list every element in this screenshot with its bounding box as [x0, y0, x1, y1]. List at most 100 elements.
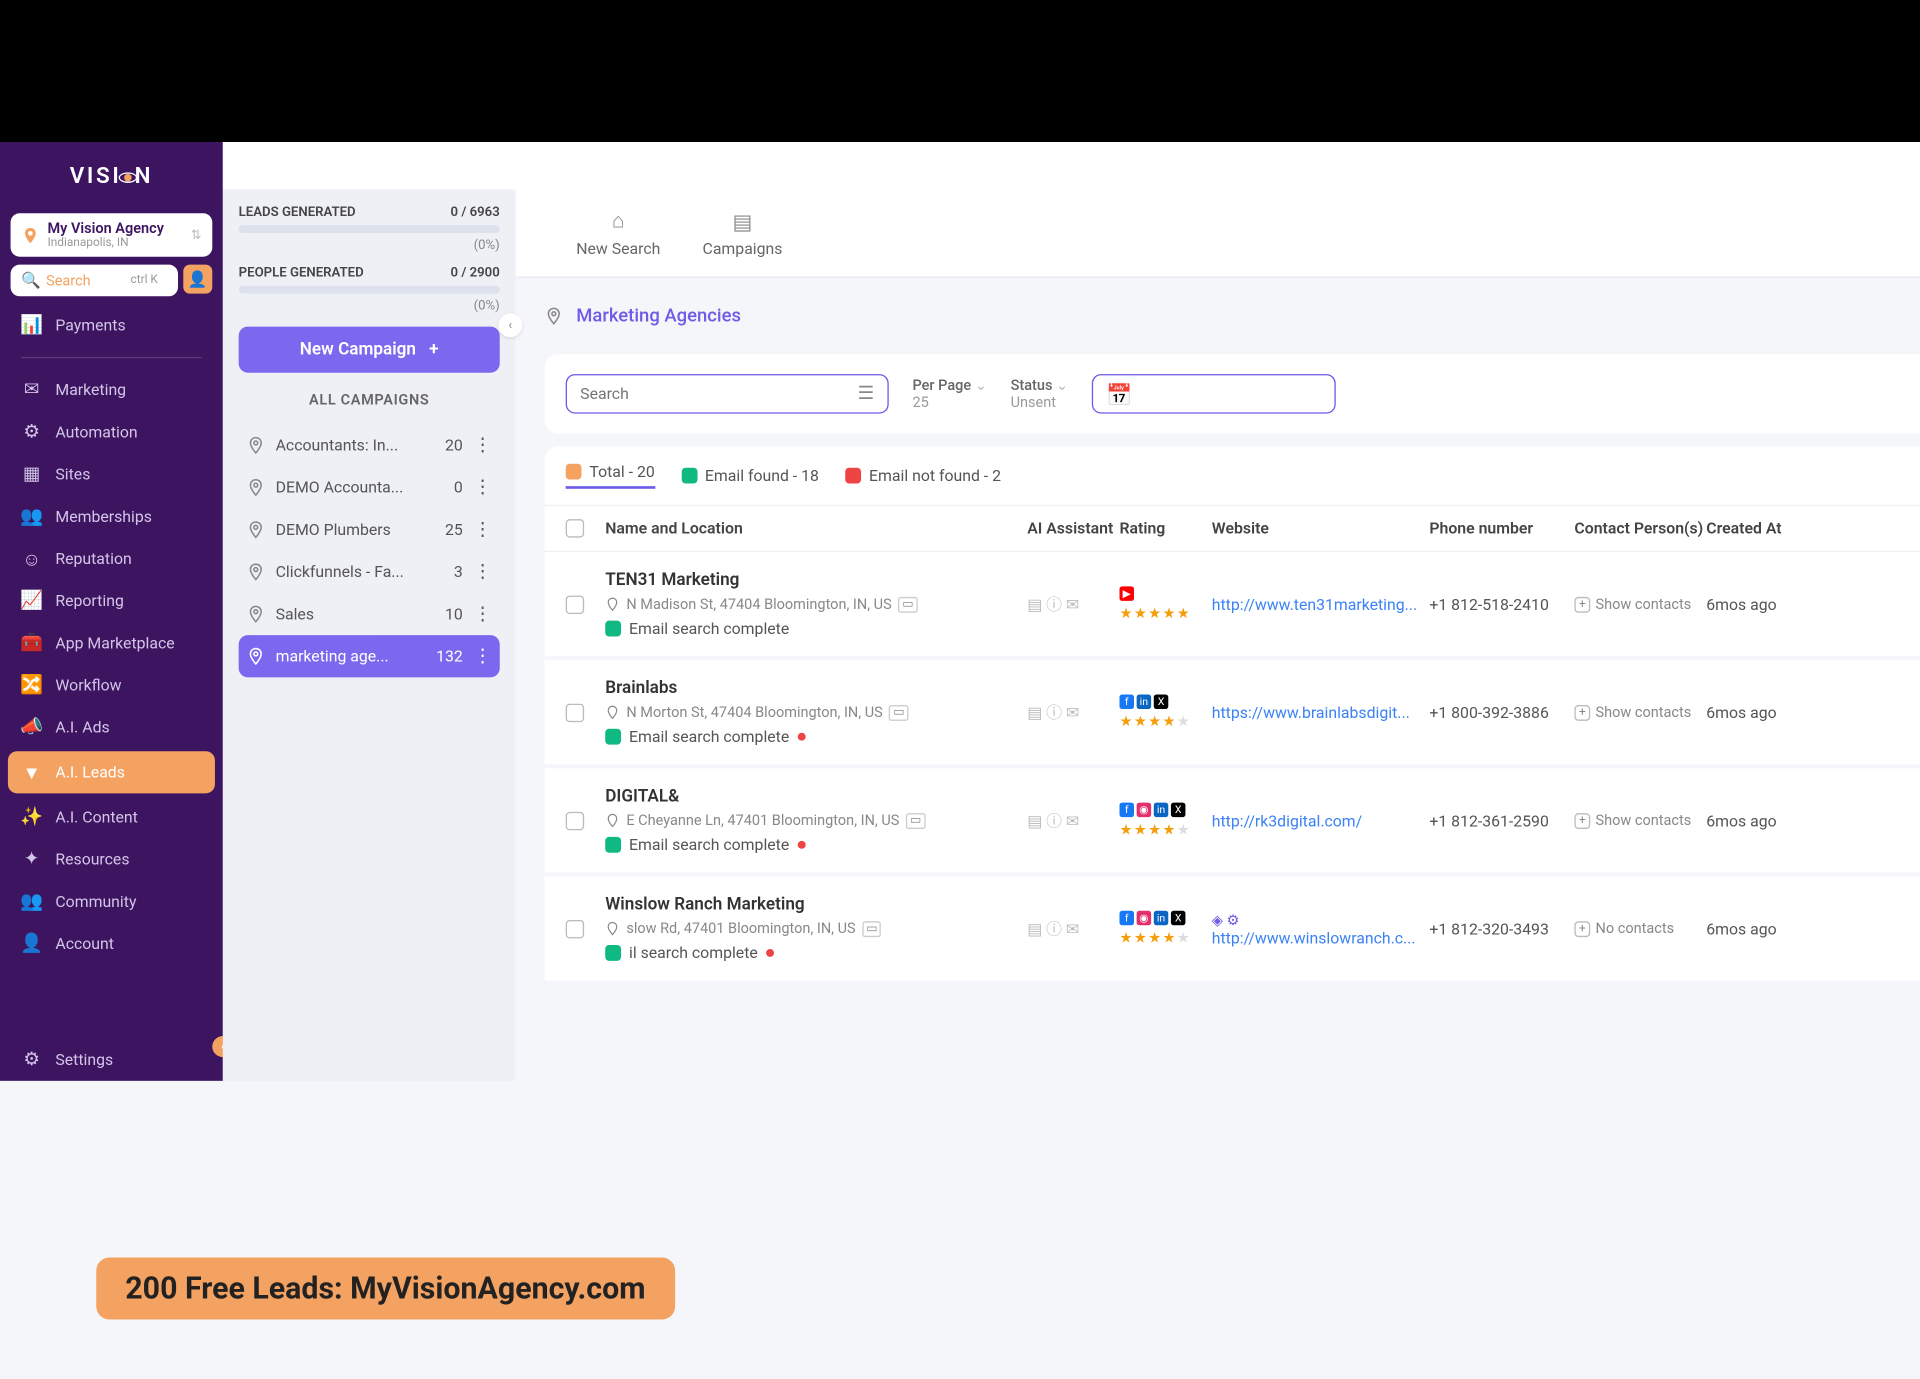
website-link[interactable]: http://www.winslowranch.c... [1212, 929, 1430, 947]
table-search[interactable]: ☰ [566, 374, 889, 414]
sites-icon: ▦ [21, 464, 42, 485]
ig-icon[interactable]: ◉ [1137, 911, 1152, 926]
ai-icons[interactable]: ▤ ⓘ ✉ [1027, 809, 1119, 831]
nav-marketing[interactable]: ✉Marketing [0, 369, 223, 411]
show-contacts[interactable]: +Show contacts [1574, 704, 1706, 721]
tab-campaigns[interactable]: ▤Campaigns [681, 203, 803, 262]
nav-resources[interactable]: ✦Resources [0, 838, 223, 880]
community-icon: 👥 [21, 891, 42, 912]
campaign-menu[interactable]: ⋮ [473, 435, 491, 456]
row-checkbox[interactable] [566, 703, 584, 721]
show-contacts[interactable]: +Show contacts [1574, 596, 1706, 613]
nav-aiads[interactable]: 📣A.I. Ads [0, 706, 223, 748]
pin-icon [247, 478, 265, 496]
col-website: Website [1212, 519, 1430, 537]
panel-collapse[interactable]: ‹ [498, 313, 522, 337]
card-icon[interactable]: ▭ [862, 921, 881, 937]
agency-selector[interactable]: My Vision Agency Indianapolis, IN ⇅ [11, 213, 213, 257]
nav-aileads[interactable]: ▼A.I. Leads [8, 751, 215, 793]
user-chip[interactable]: 👤 [183, 265, 212, 294]
website-link[interactable]: https://www.brainlabsdigit... [1212, 703, 1430, 721]
select-all-checkbox[interactable] [566, 519, 584, 537]
ai-icons[interactable]: ▤ ⓘ ✉ [1027, 917, 1119, 939]
x-icon[interactable]: X [1171, 803, 1186, 818]
li-icon[interactable]: in [1154, 803, 1169, 818]
row-checkbox[interactable] [566, 595, 584, 613]
show-contacts[interactable]: +No contacts [1574, 920, 1706, 937]
campaigns-panel: LEADS GENERATED0 / 6963 (0%) PEOPLE GENE… [223, 189, 516, 1080]
ai-icons[interactable]: ▤ ⓘ ✉ [1027, 701, 1119, 723]
home-icon: ⌂ [612, 208, 625, 234]
campaign-menu[interactable]: ⋮ [473, 519, 491, 540]
nav-marketplace[interactable]: 🧰App Marketplace [0, 622, 223, 664]
lead-status: il search complete [605, 944, 1027, 962]
rating-stars: ★★★★★ [1119, 605, 1211, 622]
people-label: PEOPLE GENERATED [239, 266, 364, 281]
ai-icons[interactable]: ▤ ⓘ ✉ [1027, 593, 1119, 615]
fb-icon[interactable]: f [1119, 911, 1134, 926]
phone-number: +1 812-518-2410 [1429, 595, 1574, 613]
campaign-item[interactable]: DEMO Plumbers25⋮ [239, 509, 500, 551]
card-icon[interactable]: ▭ [889, 704, 908, 720]
campaign-count: 20 [445, 436, 463, 454]
new-campaign-button[interactable]: New Campaign+ [239, 327, 500, 373]
stats-row: Total - 20 Email found - 18 Email not fo… [545, 447, 1920, 506]
stat-email-found[interactable]: Email found - 18 [681, 466, 819, 484]
li-icon[interactable]: in [1154, 911, 1169, 926]
filter-icon[interactable]: ☰ [858, 383, 875, 404]
campaign-item[interactable]: Clickfunnels - Fa...3⋮ [239, 551, 500, 593]
website-link[interactable]: http://rk3digital.com/ [1212, 811, 1430, 829]
nav-memberships[interactable]: 👥Memberships [0, 495, 223, 537]
stat-total[interactable]: Total - 20 [566, 462, 655, 488]
website-link[interactable]: http://www.ten31marketing... [1212, 595, 1430, 613]
pin-icon [605, 597, 620, 612]
tab-new-search[interactable]: ⌂New Search [555, 203, 681, 264]
card-icon[interactable]: ▭ [898, 596, 917, 612]
nav-automation[interactable]: ⚙Automation [0, 411, 223, 453]
row-checkbox[interactable] [566, 919, 584, 937]
x-icon[interactable]: X [1154, 694, 1169, 709]
campaign-item[interactable]: Accountants: In...20⋮ [239, 424, 500, 466]
table-search-input[interactable] [580, 385, 857, 403]
perpage-filter[interactable]: Per Page ⌄ 25 [912, 377, 986, 411]
lead-name: DIGITAL& [605, 787, 1027, 807]
fb-icon[interactable]: f [1119, 694, 1134, 709]
nav-account[interactable]: 👤Account [0, 923, 223, 965]
x-icon[interactable]: X [1171, 911, 1186, 926]
people-bar [239, 286, 500, 294]
nav-reporting[interactable]: 📈Reporting [0, 580, 223, 622]
settings-icon: ⚙ [21, 1049, 42, 1070]
created-at: 6mos ago [1706, 919, 1811, 937]
ig-icon[interactable]: ◉ [1137, 803, 1152, 818]
nav-settings[interactable]: ⚙Settings [0, 1039, 223, 1081]
campaign-item[interactable]: DEMO Accounta...0⋮ [239, 466, 500, 508]
nav-aicontent[interactable]: ✨A.I. Content [0, 796, 223, 838]
global-search[interactable]: 🔍 ctrl K [11, 265, 178, 297]
yt-icon[interactable]: ▶ [1119, 586, 1134, 601]
search-input[interactable] [46, 272, 125, 289]
stat-email-not-found[interactable]: Email not found - 2 [845, 466, 1001, 484]
show-contacts[interactable]: +Show contacts [1574, 812, 1706, 829]
campaign-name: DEMO Accounta... [276, 478, 444, 496]
nav-reputation[interactable]: ☺Reputation [0, 538, 223, 580]
campaign-menu[interactable]: ⋮ [473, 477, 491, 498]
campaign-item[interactable]: Sales10⋮ [239, 593, 500, 635]
campaign-menu[interactable]: ⋮ [473, 604, 491, 625]
campaign-item[interactable]: marketing age...132⋮ [239, 635, 500, 677]
created-at: 6mos ago [1706, 595, 1811, 613]
li-icon[interactable]: in [1137, 694, 1152, 709]
lead-status: Email search complete [605, 619, 1027, 637]
nav-community[interactable]: 👥Community [0, 880, 223, 922]
date-filter[interactable]: 📅 [1092, 374, 1336, 414]
fb-icon[interactable]: f [1119, 803, 1134, 818]
nav-sites[interactable]: ▦Sites [0, 453, 223, 495]
leads-pct: (0%) [239, 238, 500, 253]
row-checkbox[interactable] [566, 811, 584, 829]
nav-payments[interactable]: 📊Payments [0, 304, 223, 346]
campaign-menu[interactable]: ⋮ [473, 561, 491, 582]
pin-icon [545, 307, 563, 325]
status-filter[interactable]: Status ⌄ Unsent [1011, 377, 1069, 411]
card-icon[interactable]: ▭ [906, 813, 925, 829]
nav-workflow[interactable]: 🔀Workflow [0, 664, 223, 706]
campaign-menu[interactable]: ⋮ [473, 646, 491, 667]
